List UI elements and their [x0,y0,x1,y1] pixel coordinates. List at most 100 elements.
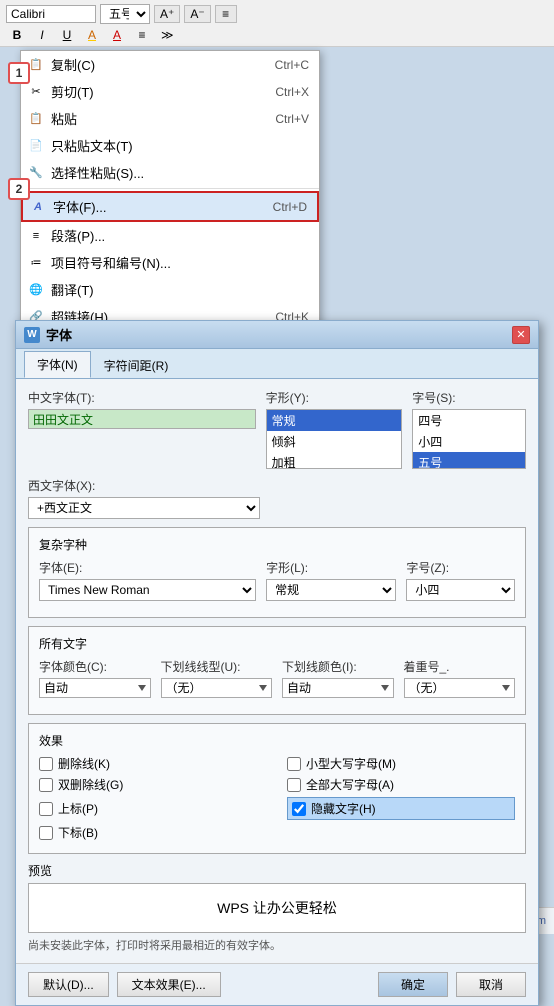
all-text-row: 字体颜色(C): 自动 下划线线型(U): （无） 下划线颜色(I): 自动 [39,658,515,698]
paste-icon: 📋 [27,110,45,128]
right-buttons: 确定 取消 [378,972,526,997]
western-style-placeholder [270,477,526,519]
tab-char-spacing[interactable]: 字符间距(R) [91,352,182,378]
small-caps-label: 小型大写字母(M) [306,755,396,772]
subscript-checkbox[interactable] [39,826,53,840]
more-button[interactable]: ≫ [156,26,179,44]
double-strikethrough-checkbox[interactable] [39,778,53,792]
font-color-select[interactable]: 自动 [39,678,151,698]
subscript-label: 下标(B) [58,824,98,841]
underline-type-group: 下划线线型(U): （无） [161,658,273,698]
font-color-button[interactable]: A [106,26,128,44]
dialog-title: W 字体 [24,325,72,344]
complex-style-select[interactable]: 常规 [266,579,396,601]
menu-item-paragraph[interactable]: ≡ 段落(P)... [21,222,319,249]
complex-size-label: 字号(Z): [406,559,515,576]
superscript-label: 上标(P) [58,800,98,817]
separator-1 [21,188,319,189]
indent-button[interactable]: ≡ [215,5,237,23]
bullets-icon: ≔ [27,254,45,272]
effects-section: 效果 删除线(K) 小型大写字母(M) 双删除线(G) [28,723,526,854]
all-text-section: 所有文字 字体颜色(C): 自动 下划线线型(U): （无） 下划线颜色(I): [28,626,526,715]
western-font-group: 西文字体(X): +西文正文 [28,477,260,519]
dialog-title-icon: W [24,327,40,343]
underline-type-select[interactable]: （无） [161,678,273,698]
badge-1: 1 [8,62,30,84]
context-menu: 📋 复制(C) Ctrl+C ✂ 剪切(T) Ctrl+X 📋 粘贴 Ctrl+… [20,50,320,331]
style-italic[interactable]: 倾斜 [267,431,402,452]
tab-font[interactable]: 字体(N) [24,351,91,378]
font-shrink-button[interactable]: A⁻ [184,5,210,23]
underline-color-select[interactable]: 自动 [282,678,394,698]
all-caps-label: 全部大写字母(A) [306,776,394,793]
complex-font-label: 字体(E): [39,559,256,576]
double-strikethrough-label: 双删除线(G) [58,776,123,793]
font-grow-button[interactable]: A⁺ [154,5,180,23]
hidden-text-checkbox[interactable] [292,802,306,816]
bold-button[interactable]: B [6,26,28,44]
all-caps-item: 全部大写字母(A) [287,776,515,793]
style-bold[interactable]: 加粗 [267,452,402,469]
badge-2: 2 [8,178,30,200]
complex-style-group: 字形(L): 常规 [266,559,396,601]
chinese-font-group: 中文字体(T): [28,389,256,469]
font-style-list[interactable]: 常规 倾斜 加粗 [266,409,403,469]
double-strikethrough-item: 双删除线(G) [39,776,267,793]
paragraph-icon: ≡ [27,227,45,245]
complex-font-row: 字体(E): Times New Roman 字形(L): 常规 字号(Z): … [39,559,515,601]
default-button[interactable]: 默认(D)... [28,972,109,997]
all-caps-checkbox[interactable] [287,778,301,792]
emphasis-group: 着重号_. （无） [404,658,516,698]
strikethrough-item: 删除线(K) [39,755,267,772]
menu-item-font[interactable]: A 字体(F)... Ctrl+D [21,191,319,222]
dialog-close-button[interactable]: ✕ [512,326,530,344]
complex-font-section: 复杂字种 字体(E): Times New Roman 字形(L): 常规 字号… [28,527,526,618]
superscript-checkbox[interactable] [39,802,53,816]
font-main-row: 中文字体(T): 字形(Y): 常规 倾斜 加粗 字号(S): 四号 小四 五号 [28,389,526,469]
superscript-item: 上标(P) [39,797,267,820]
toolbar-row1: 五号 A⁺ A⁻ ≡ [6,4,548,24]
font-dialog: W 字体 ✕ 字体(N) 字符间距(R) 中文字体(T): 字形(Y): 常规 … [15,320,539,1006]
complex-size-select[interactable]: 小四 [406,579,515,601]
cancel-button[interactable]: 取消 [456,972,526,997]
style-regular[interactable]: 常规 [267,410,402,431]
underline-color-label: 下划线颜色(I): [282,658,394,675]
menu-item-selective-paste[interactable]: 🔧 选择性粘贴(S)... [21,159,319,186]
strikethrough-label: 删除线(K) [58,755,110,772]
align-button[interactable]: ≡ [131,26,153,44]
font-size-group: 字号(S): 四号 小四 五号 [412,389,526,469]
western-font-select[interactable]: +西文正文 [28,497,260,519]
complex-font-select[interactable]: Times New Roman [39,579,256,601]
menu-item-bullets[interactable]: ≔ 项目符号和编号(N)... [21,249,319,276]
western-font-label: 西文字体(X): [28,477,260,494]
menu-item-cut[interactable]: ✂ 剪切(T) Ctrl+X [21,78,319,105]
size-small4[interactable]: 小四 [413,431,525,452]
menu-item-paste[interactable]: 📋 粘贴 Ctrl+V [21,105,319,132]
text-effect-button[interactable]: 文本效果(E)... [117,972,221,997]
preview-note: 尚未安装此字体，打印时将采用最相近的有效字体。 [28,937,526,953]
font-style-label: 字形(Y): [266,389,403,406]
italic-button[interactable]: I [31,26,53,44]
chinese-font-input[interactable] [28,409,256,429]
strikethrough-checkbox[interactable] [39,757,53,771]
all-text-title: 所有文字 [39,635,515,652]
font-name-input[interactable] [6,5,96,23]
emphasis-select[interactable]: （无） [404,678,516,698]
complex-font-title: 复杂字种 [39,536,515,553]
ok-button[interactable]: 确定 [378,972,448,997]
complex-font-group: 字体(E): Times New Roman [39,559,256,601]
menu-item-translate[interactable]: 🌐 翻译(T) [21,276,319,303]
menu-item-copy[interactable]: 📋 复制(C) Ctrl+C [21,51,319,78]
menu-item-paste-text[interactable]: 📄 只粘贴文本(T) [21,132,319,159]
size-5[interactable]: 五号 [413,452,525,469]
hidden-text-label: 隐藏文字(H) [311,800,376,817]
small-caps-checkbox[interactable] [287,757,301,771]
preview-label: 预览 [28,862,526,879]
underline-button[interactable]: U [56,26,78,44]
size-4[interactable]: 四号 [413,410,525,431]
font-size-select[interactable]: 五号 [100,4,150,24]
dialog-content: 中文字体(T): 字形(Y): 常规 倾斜 加粗 字号(S): 四号 小四 五号 [16,379,538,963]
font-size-list[interactable]: 四号 小四 五号 [412,409,526,469]
complex-style-label: 字形(L): [266,559,396,576]
highlight-button[interactable]: A [81,26,103,44]
